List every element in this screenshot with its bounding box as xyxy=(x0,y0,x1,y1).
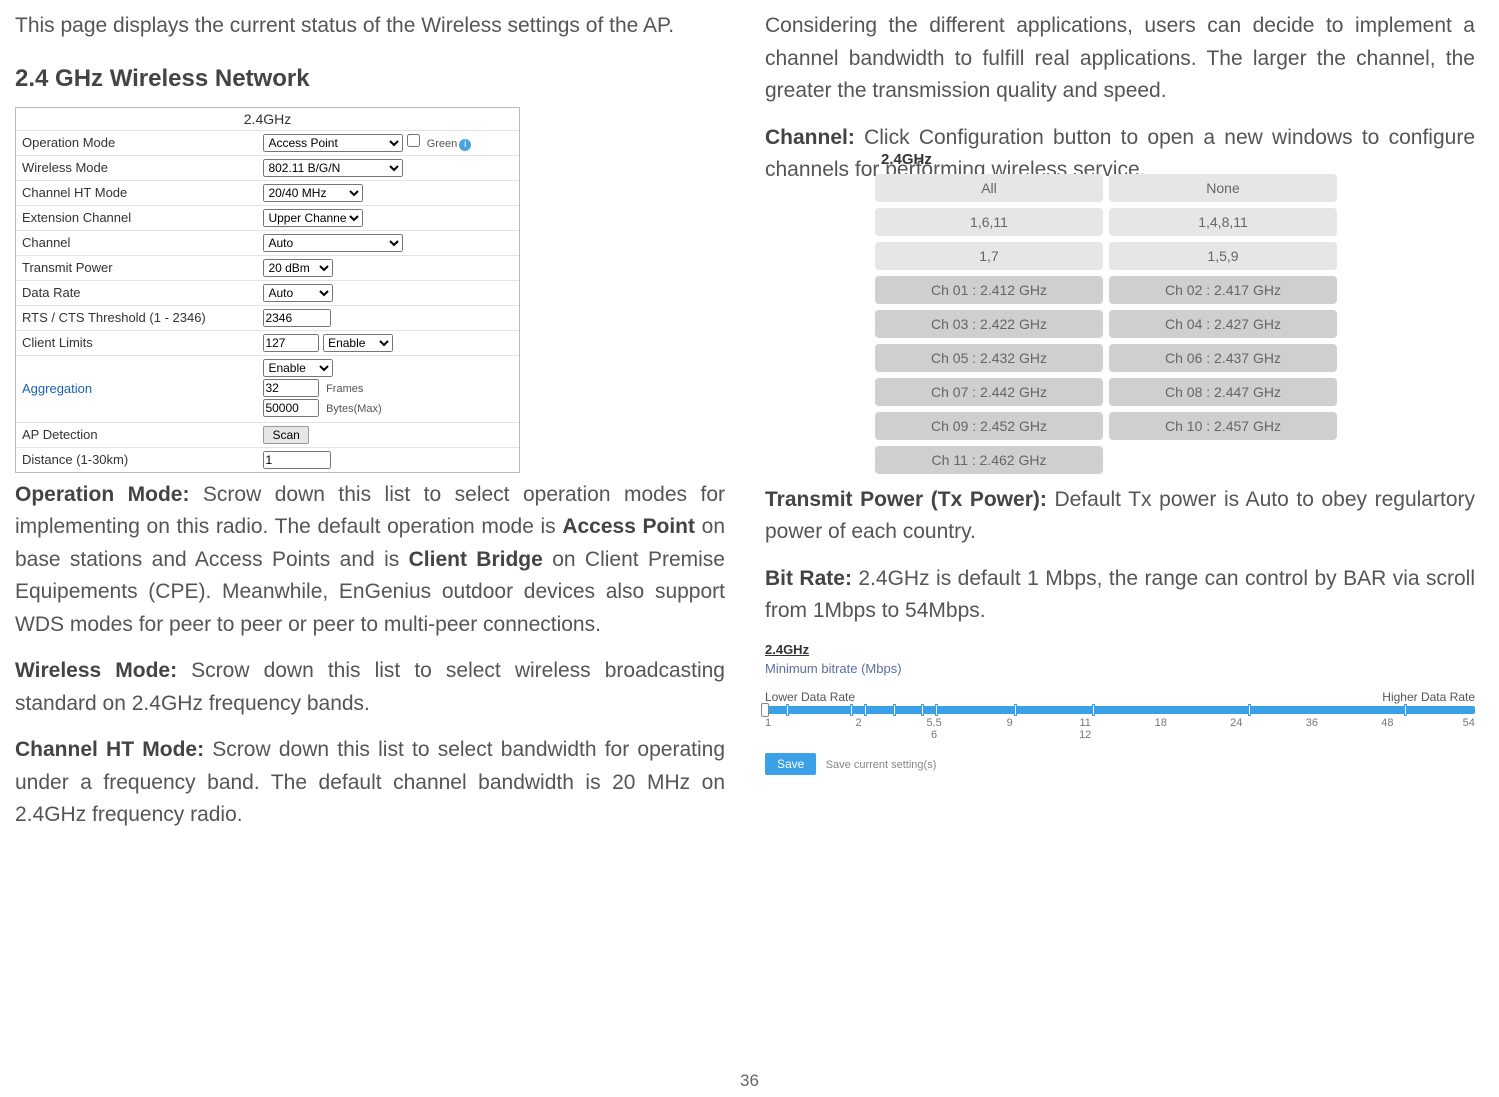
input-rts[interactable] xyxy=(263,309,331,327)
input-agg-bytes[interactable] xyxy=(263,399,319,417)
input-agg-frames[interactable] xyxy=(263,379,319,397)
bitrate-scale-value: 11 12 xyxy=(1073,717,1097,741)
label-data-rate: Data Rate xyxy=(16,280,257,305)
channel-button[interactable]: Ch 07 : 2.442 GHz xyxy=(875,378,1103,406)
channel-button[interactable]: 1,4,8,11 xyxy=(1109,208,1337,236)
bitrate-scale-value: 5.5 6 xyxy=(922,717,946,741)
bitrate-slider-handle[interactable] xyxy=(761,703,769,717)
label-bytes: Bytes(Max) xyxy=(326,403,382,415)
checkbox-green[interactable] xyxy=(407,134,420,147)
channel-button[interactable]: Ch 09 : 2.452 GHz xyxy=(875,412,1103,440)
channel-button[interactable]: Ch 05 : 2.432 GHz xyxy=(875,344,1103,372)
bitrate-panel: 2.4GHz Minimum bitrate (Mbps) Lower Data… xyxy=(765,642,1475,775)
save-note: Save current setting(s) xyxy=(826,759,937,771)
select-ht-mode[interactable]: 20/40 MHz xyxy=(263,184,363,202)
label-client-limits: Client Limits xyxy=(16,330,257,355)
channel-button[interactable]: Ch 08 : 2.447 GHz xyxy=(1109,378,1337,406)
intro-text: This page displays the current status of… xyxy=(15,10,725,43)
bitrate-slider[interactable] xyxy=(765,706,1475,714)
para-wireless-mode: Wireless Mode: Scrow down this list to s… xyxy=(15,655,725,720)
bitrate-scale-value: 24 xyxy=(1224,717,1248,741)
channel-button[interactable]: All xyxy=(875,174,1103,202)
channel-button[interactable]: Ch 01 : 2.412 GHz xyxy=(875,276,1103,304)
channel-button[interactable]: Ch 10 : 2.457 GHz xyxy=(1109,412,1337,440)
left-column: This page displays the current status of… xyxy=(15,10,725,832)
input-distance[interactable] xyxy=(263,451,331,469)
bitrate-scale-value: 1 xyxy=(765,717,795,741)
para-tx-power: Transmit Power (Tx Power): Default Tx po… xyxy=(765,484,1475,549)
para-bit-rate: Bit Rate: 2.4GHz is default 1 Mbps, the … xyxy=(765,563,1475,628)
channel-button[interactable]: Ch 04 : 2.427 GHz xyxy=(1109,310,1337,338)
label-tx-power: Transmit Power xyxy=(16,255,257,280)
select-op-mode[interactable]: Access Point xyxy=(263,134,403,152)
bitrate-scale: 1 2 5.5 6 9 11 12 18 24 36 48 54 xyxy=(765,717,1475,741)
select-tx-power[interactable]: 20 dBm xyxy=(263,259,333,277)
input-client-limits[interactable] xyxy=(263,334,319,352)
bitrate-scale-value: 48 xyxy=(1375,717,1399,741)
bitrate-subtitle: Minimum bitrate (Mbps) xyxy=(765,661,1475,676)
bitrate-title: 2.4GHz xyxy=(765,642,1475,657)
select-data-rate[interactable]: Auto xyxy=(263,284,333,302)
label-distance: Distance (1-30km) xyxy=(16,447,257,472)
bitrate-low-label: Lower Data Rate xyxy=(765,690,855,704)
label-channel: Channel xyxy=(16,230,257,255)
settings-title: 2.4GHz xyxy=(16,108,519,130)
label-green: Green xyxy=(427,138,458,150)
bitrate-scale-value: 2 xyxy=(847,717,871,741)
save-button[interactable]: Save xyxy=(765,753,816,775)
channel-button[interactable]: 1,5,9 xyxy=(1109,242,1337,270)
label-frames: Frames xyxy=(326,383,363,395)
label-aggregation: Aggregation xyxy=(16,355,257,422)
bitrate-scale-value: 36 xyxy=(1300,717,1324,741)
page-number: 36 xyxy=(740,1071,759,1091)
bitrate-scale-value: 54 xyxy=(1451,717,1475,741)
label-ext-channel: Extension Channel xyxy=(16,205,257,230)
label-wireless-mode: Wireless Mode xyxy=(16,155,257,180)
channel-button[interactable]: None xyxy=(1109,174,1337,202)
label-ht-mode: Channel HT Mode xyxy=(16,180,257,205)
select-wireless-mode[interactable]: 802.11 B/G/N xyxy=(263,159,403,177)
channel-button[interactable]: Ch 02 : 2.417 GHz xyxy=(1109,276,1337,304)
select-client-limits-enable[interactable]: Enable xyxy=(323,334,393,352)
para-ht-mode: Channel HT Mode: Scrow down this list to… xyxy=(15,734,725,832)
scan-button[interactable]: Scan xyxy=(263,426,308,444)
channel-button[interactable]: Ch 06 : 2.437 GHz xyxy=(1109,344,1337,372)
select-aggregation-enable[interactable]: Enable xyxy=(263,359,333,377)
label-ap-detection: AP Detection xyxy=(16,422,257,447)
channel-box-title: 2.4GHz xyxy=(875,151,1365,168)
bitrate-high-label: Higher Data Rate xyxy=(1382,690,1475,704)
channel-button[interactable]: Ch 03 : 2.422 GHz xyxy=(875,310,1103,338)
label-op-mode: Operation Mode xyxy=(16,130,257,155)
right-column: Considering the different applications, … xyxy=(765,10,1475,832)
channel-selection-box: 2.4GHz AllNone1,6,111,4,8,111,71,5,9Ch 0… xyxy=(875,151,1365,474)
channel-button[interactable]: 1,7 xyxy=(875,242,1103,270)
section-heading: 2.4 GHz Wireless Network xyxy=(15,65,725,93)
select-channel[interactable]: Auto xyxy=(263,234,403,252)
channel-button[interactable]: 1,6,11 xyxy=(875,208,1103,236)
channel-button[interactable]: Ch 11 : 2.462 GHz xyxy=(875,446,1103,474)
info-icon[interactable]: i xyxy=(459,139,471,151)
bitrate-scale-value: 18 xyxy=(1149,717,1173,741)
select-ext-channel[interactable]: Upper Channel xyxy=(263,209,363,227)
para-op-mode: Operation Mode: Scrow down this list to … xyxy=(15,479,725,642)
label-rts: RTS / CTS Threshold (1 - 2346) xyxy=(16,305,257,330)
bitrate-scale-value: 9 xyxy=(998,717,1022,741)
settings-panel-24ghz: 2.4GHz Operation Mode Access Point Green… xyxy=(15,107,520,473)
para-continuation: Considering the different applications, … xyxy=(765,10,1475,108)
